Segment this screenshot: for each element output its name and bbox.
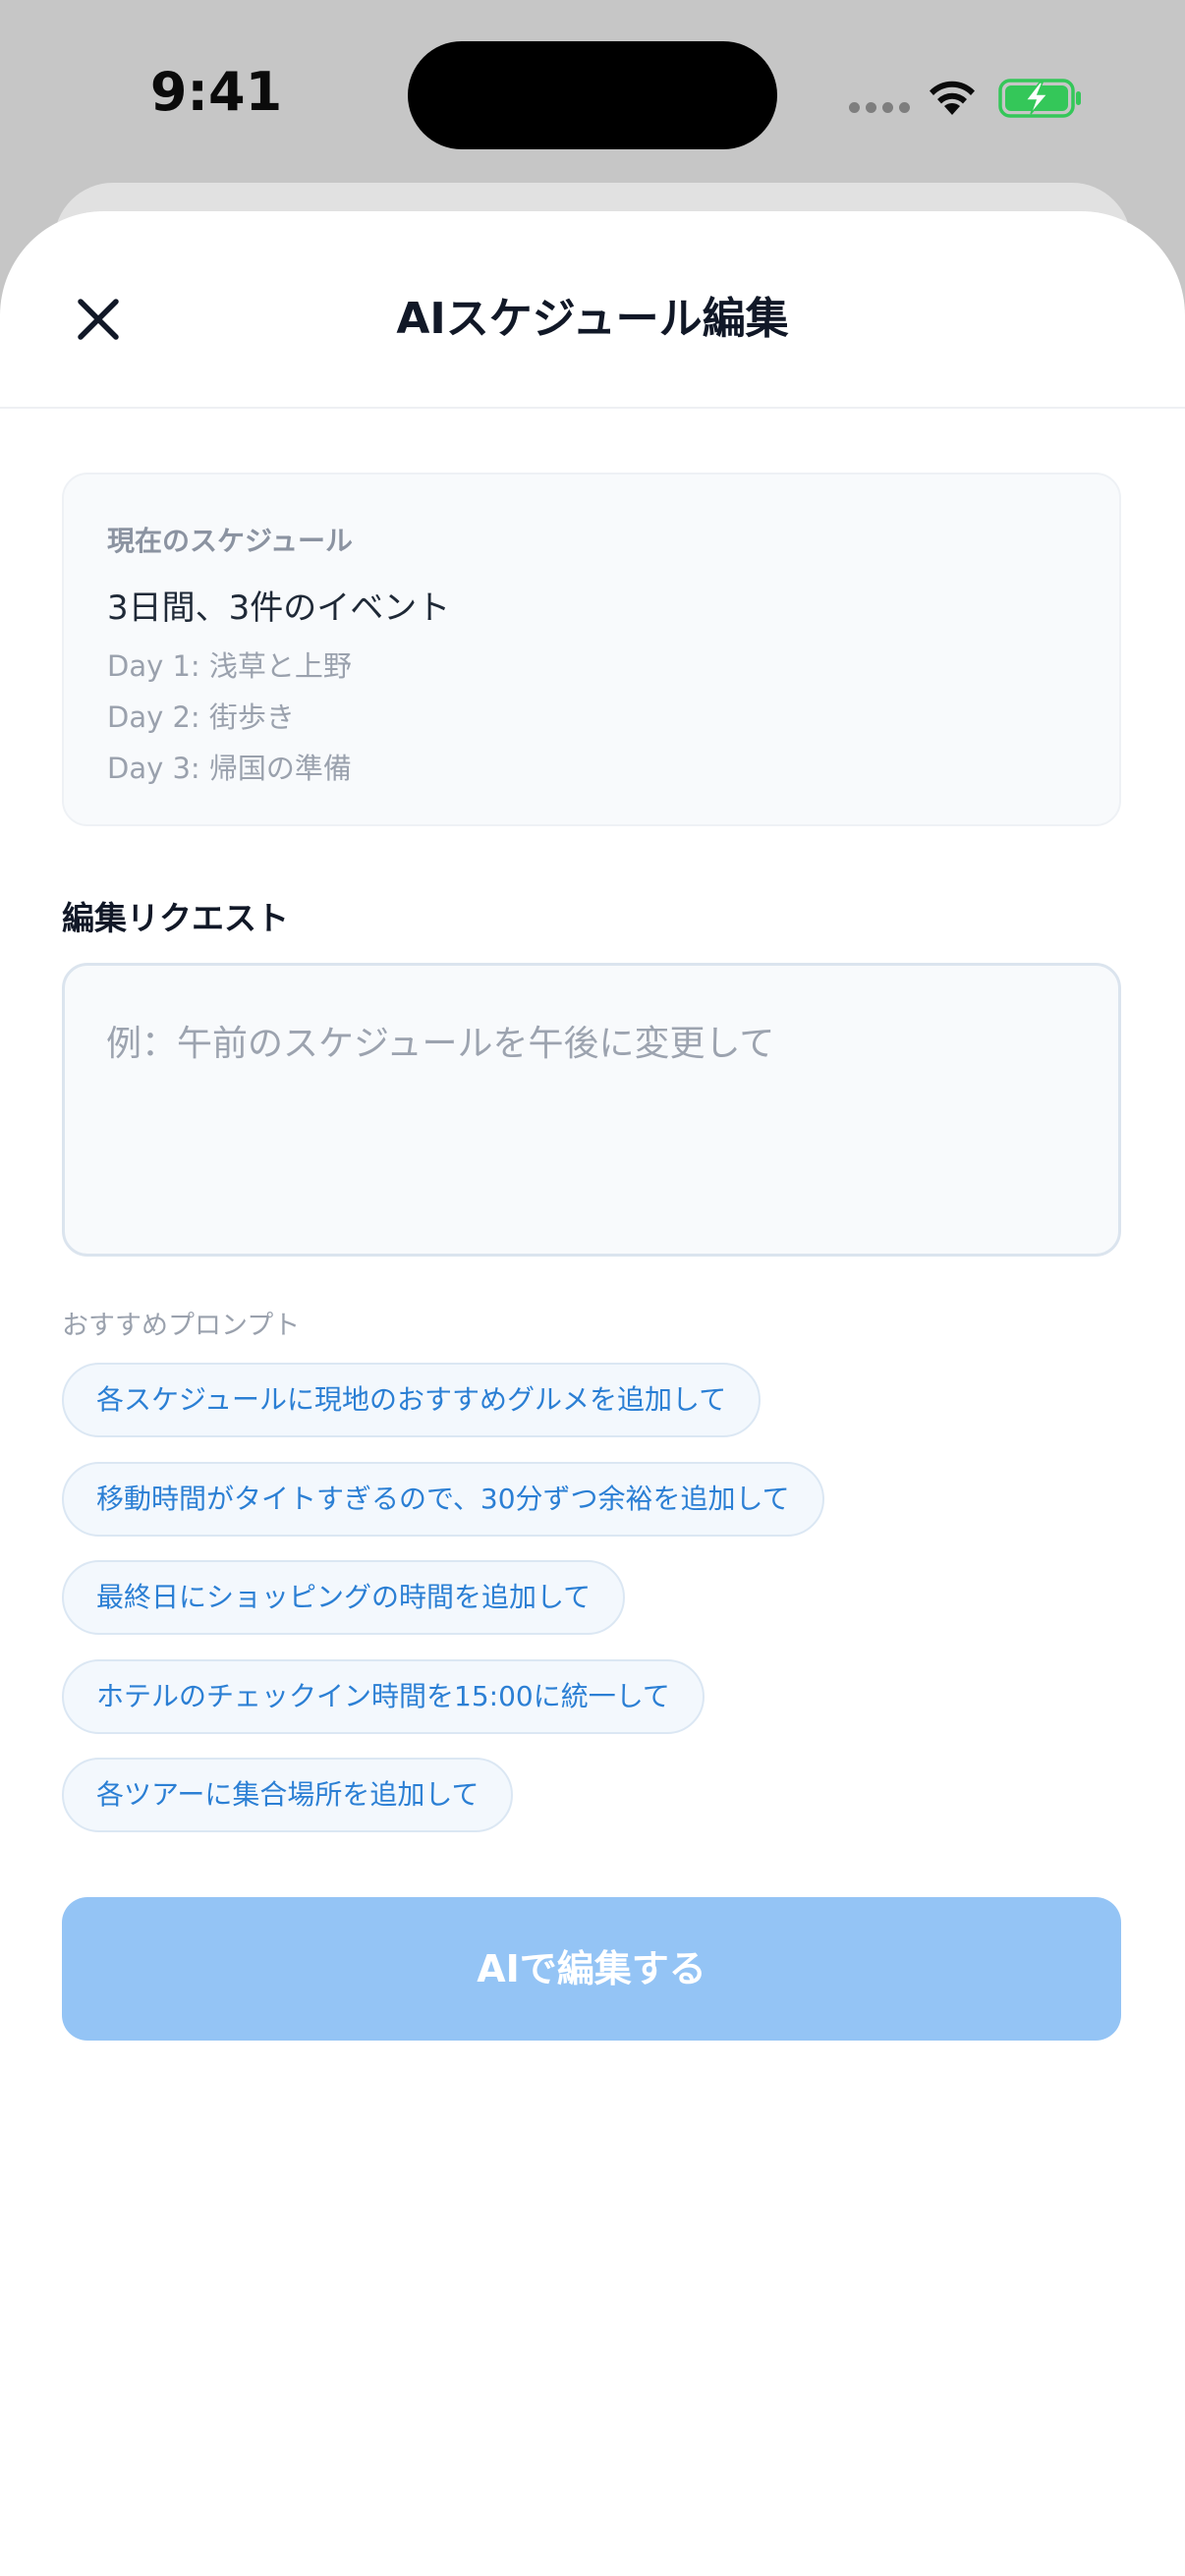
suggested-prompts-label: おすすめプロンプト [62,1311,301,1341]
status-bar: 9:41 [0,0,1185,187]
suggested-prompt-chip[interactable]: 各ツアーに集合場所を追加して [62,1758,514,1832]
edit-request-input[interactable] [62,963,1121,1257]
schedule-day-item: Day 1: 浅草と上野 [107,649,352,683]
page-title: AIスケジュール編集 [396,294,789,344]
ai-edit-submit-button[interactable]: AIで編集する [62,1897,1121,2041]
edit-request-label: 編集リクエスト [62,899,289,937]
current-schedule-card: 現在のスケジュール 3日間、3件のイベント Day 1: 浅草と上野 Day 2… [62,473,1121,826]
battery-charging-icon [998,79,1081,118]
schedule-day-item: Day 2: 街歩き [107,700,295,734]
current-schedule-label: 現在のスケジュール [107,525,354,557]
suggested-prompt-chip[interactable]: 各スケジュールに現地のおすすめグルメを追加して [62,1363,762,1437]
sheet-header: AIスケジュール編集 [0,211,1185,409]
suggested-prompt-chip[interactable]: 移動時間がタイトすぎるので、30分ずつ余裕を追加して [62,1462,824,1537]
schedule-summary: 3日間、3件のイベント [107,588,451,628]
suggested-prompt-chip[interactable]: ホテルのチェックイン時間を15:00に統一して [62,1659,705,1734]
dynamic-island [408,41,777,149]
cellular-signal-icon [849,102,910,113]
schedule-day-item: Day 3: 帰国の準備 [107,752,352,785]
status-time: 9:41 [149,61,283,123]
suggested-prompt-chip[interactable]: 最終日にショッピングの時間を追加して [62,1560,626,1635]
wifi-icon [930,81,975,115]
